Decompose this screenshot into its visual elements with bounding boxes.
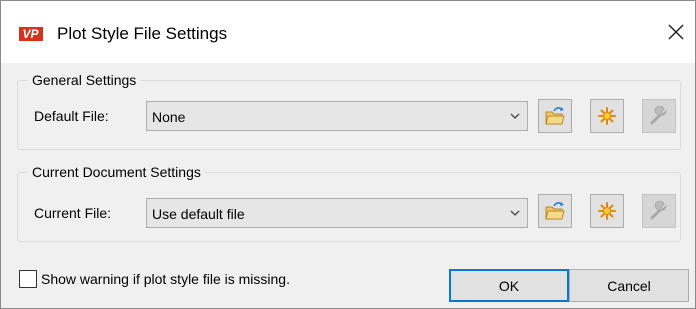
current-file-combo[interactable]: Use default file bbox=[146, 198, 528, 228]
app-logo-icon: VP bbox=[19, 27, 43, 41]
show-warning-checkbox[interactable]: Show warning if plot style file is missi… bbox=[19, 269, 290, 289]
current-file-label: Current File: bbox=[34, 205, 112, 221]
dialog-title: Plot Style File Settings bbox=[57, 24, 228, 43]
chevron-down-icon bbox=[510, 113, 520, 119]
wrench-icon bbox=[650, 201, 667, 220]
new-sparkle-icon bbox=[598, 107, 616, 125]
close-button[interactable] bbox=[659, 15, 693, 49]
general-settings-group: General Settings Default File: None bbox=[17, 70, 681, 150]
chevron-down-icon bbox=[510, 210, 520, 216]
default-browse-button[interactable] bbox=[538, 99, 572, 133]
current-document-settings-label: Current Document Settings bbox=[28, 162, 205, 182]
default-file-label: Default File: bbox=[34, 108, 109, 124]
new-sparkle-icon bbox=[598, 202, 616, 220]
default-edit-button[interactable] bbox=[642, 99, 676, 133]
default-new-button[interactable] bbox=[590, 99, 624, 133]
current-edit-button[interactable] bbox=[642, 194, 676, 228]
current-browse-button[interactable] bbox=[538, 194, 572, 228]
title-bar: VP Plot Style File Settings bbox=[1, 1, 695, 63]
current-file-value: Use default file bbox=[152, 206, 245, 222]
general-settings-label: General Settings bbox=[28, 70, 141, 90]
default-file-value: None bbox=[152, 109, 186, 125]
default-file-combo[interactable]: None bbox=[146, 101, 528, 131]
current-new-button[interactable] bbox=[590, 194, 624, 228]
cancel-button[interactable]: Cancel bbox=[569, 269, 689, 302]
folder-open-icon bbox=[545, 202, 565, 220]
show-warning-label: Show warning if plot style file is missi… bbox=[41, 271, 290, 287]
plot-style-file-settings-dialog: VP Plot Style File Settings General Sett… bbox=[0, 0, 696, 309]
checkbox-box[interactable] bbox=[19, 270, 37, 288]
folder-open-icon bbox=[545, 107, 565, 125]
ok-button[interactable]: OK bbox=[449, 269, 569, 302]
wrench-icon bbox=[650, 106, 667, 125]
current-document-settings-group: Current Document Settings Current File: … bbox=[17, 162, 681, 242]
close-icon bbox=[668, 24, 684, 40]
